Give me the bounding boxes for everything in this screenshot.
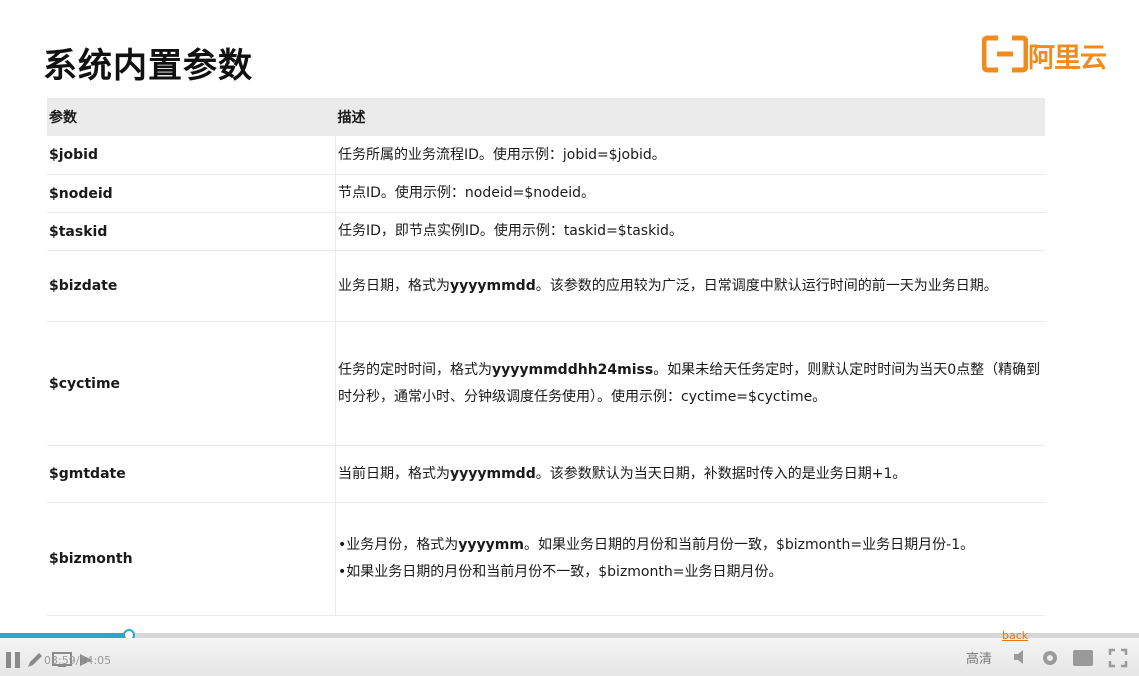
- param-desc: 任务所属的业务流程ID。使用示例：jobid=$jobid。: [335, 136, 1045, 175]
- volume-icon[interactable]: [1012, 648, 1032, 666]
- param-desc: 当前日期，格式为yyyymmdd。该参数默认为当天日期，补数据时传入的是业务日期…: [335, 445, 1045, 503]
- param-desc: 任务ID，即节点实例ID。使用示例：taskid=$taskid。: [335, 212, 1045, 251]
- logo-text: 阿里云: [1028, 43, 1107, 74]
- param-name: $bizmonth: [47, 502, 336, 616]
- back-link[interactable]: back: [1002, 629, 1028, 642]
- aliyun-logo-icon: [981, 35, 1029, 73]
- param-desc: 节点ID。使用示例：nodeid=$nodeid。: [335, 174, 1045, 213]
- param-name: $nodeid: [47, 174, 336, 213]
- time-display: 03:59/14:05: [44, 654, 112, 667]
- param-desc: 业务日期，格式为yyyymmdd。该参数的应用较为广泛，日常调度中默认运行时间的…: [335, 250, 1045, 322]
- param-desc: •业务月份，格式为yyyymm。如果业务日期的月份和当前月份一致，$bizmon…: [335, 502, 1045, 616]
- param-name: $bizdate: [47, 250, 336, 322]
- fullscreen-icon[interactable]: [1108, 648, 1128, 668]
- header-desc: 描述: [335, 98, 1045, 136]
- pause-icon[interactable]: [4, 650, 22, 670]
- quality-selector[interactable]: 高清: [966, 648, 992, 667]
- table-row: $taskid 任务ID，即节点实例ID。使用示例：taskid=$taskid…: [47, 212, 1045, 251]
- param-name: $gmtdate: [47, 445, 336, 503]
- params-table: 参数 描述 $jobid 任务所属的业务流程ID。使用示例：jobid=$job…: [47, 98, 1045, 616]
- aliyun-logo: 阿里云: [981, 34, 1107, 76]
- table-row: $nodeid 节点ID。使用示例：nodeid=$nodeid。: [47, 174, 1045, 213]
- table-row: $gmtdate 当前日期，格式为yyyymmdd。该参数默认为当天日期，补数据…: [47, 445, 1045, 503]
- param-name: $cyctime: [47, 321, 336, 446]
- param-name: $taskid: [47, 212, 336, 251]
- table-row: $bizdate 业务日期，格式为yyyymmdd。该参数的应用较为广泛，日常调…: [47, 250, 1045, 322]
- pen-icon[interactable]: [26, 651, 44, 669]
- table-row: $cyctime 任务的定时时间，格式为yyyymmddhh24miss。如果未…: [47, 321, 1045, 446]
- table-row: $jobid 任务所属的业务流程ID。使用示例：jobid=$jobid。: [47, 136, 1045, 175]
- table-header-row: 参数 描述: [47, 98, 1045, 136]
- slide-title: 系统内置参数: [43, 46, 253, 86]
- slide: 系统内置参数 阿里云 参数 描述 $jobid 任务所属的业务流程ID。使用示例…: [0, 0, 1139, 636]
- table-row: $bizmonth •业务月份，格式为yyyymm。如果业务日期的月份和当前月份…: [47, 502, 1045, 616]
- settings-icon[interactable]: [1040, 648, 1060, 668]
- subtitles-icon[interactable]: [1072, 649, 1094, 667]
- param-desc: 任务的定时时间，格式为yyyymmddhh24miss。如果未给天任务定时，则默…: [335, 321, 1045, 446]
- param-name: $jobid: [47, 136, 336, 175]
- header-param: 参数: [47, 98, 336, 136]
